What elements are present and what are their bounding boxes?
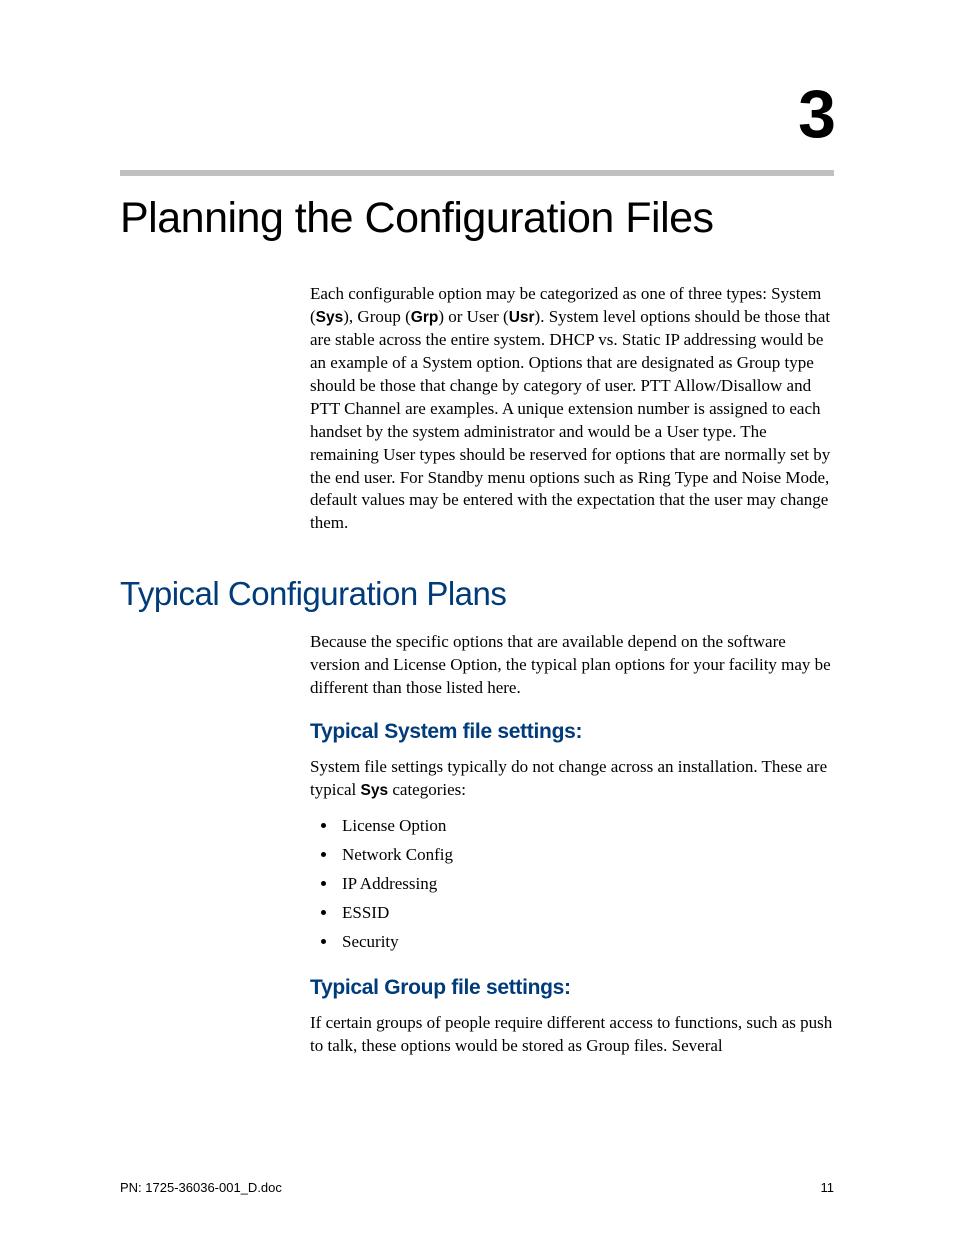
chapter-number: 3 bbox=[120, 80, 834, 148]
section-intro-paragraph: Because the specific options that are av… bbox=[310, 631, 834, 700]
intro-text-mid2: ) or User ( bbox=[438, 307, 508, 326]
list-item: ESSID bbox=[338, 899, 834, 928]
intro-text-mid1: ), Group ( bbox=[343, 307, 411, 326]
section-intro-block: Because the specific options that are av… bbox=[310, 631, 834, 1058]
section-heading: Typical Configuration Plans bbox=[120, 575, 834, 613]
chapter-title: Planning the Configuration Files bbox=[120, 194, 834, 243]
list-item: IP Addressing bbox=[338, 870, 834, 899]
sysfile-bullet-list: License Option Network Config IP Address… bbox=[310, 812, 834, 956]
list-item: Security bbox=[338, 928, 834, 957]
sysfile-heading: Typical System file settings: bbox=[310, 720, 834, 744]
grp-label: Grp bbox=[411, 309, 439, 326]
footer-doc-id: PN: 1725-36036-001_D.doc bbox=[120, 1180, 282, 1195]
chapter-intro-paragraph: Each configurable option may be categori… bbox=[310, 283, 834, 535]
sysfile-intro-b: categories: bbox=[388, 780, 466, 799]
sys-label: Sys bbox=[316, 309, 344, 326]
list-item: License Option bbox=[338, 812, 834, 841]
horizontal-divider bbox=[120, 170, 834, 176]
groupfile-intro: If certain groups of people require diff… bbox=[310, 1012, 834, 1058]
list-item: Network Config bbox=[338, 841, 834, 870]
page-footer: PN: 1725-36036-001_D.doc 11 bbox=[120, 1180, 834, 1195]
page-container: 3 Planning the Configuration Files Each … bbox=[0, 0, 954, 1235]
sysfile-intro: System file settings typically do not ch… bbox=[310, 756, 834, 802]
usr-label: Usr bbox=[509, 309, 535, 326]
groupfile-heading: Typical Group file settings: bbox=[310, 976, 834, 1000]
intro-text-rest: ). System level options should be those … bbox=[310, 307, 830, 532]
footer-page-number: 11 bbox=[821, 1180, 835, 1195]
sysfile-sys-bold: Sys bbox=[361, 782, 389, 799]
chapter-intro-block: Each configurable option may be categori… bbox=[310, 283, 834, 535]
